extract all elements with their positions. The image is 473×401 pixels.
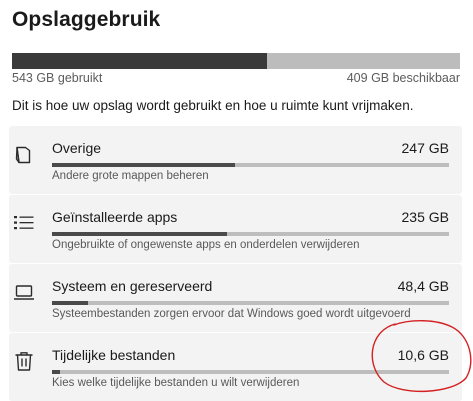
storage-description: Dit is hoe uw opslag wordt gebruikt en h… [12, 98, 414, 113]
category-size: 235 GB [401, 209, 449, 225]
apps-list-icon [12, 211, 36, 235]
used-storage-label: 543 GB gebruikt [12, 71, 103, 85]
category-other[interactable]: Overige 247 GB Andere grote mappen beher… [9, 126, 462, 194]
category-name: Geïnstalleerde apps [52, 209, 178, 225]
category-installed-apps[interactable]: Geïnstalleerde apps 235 GB Ongebruikte o… [9, 195, 462, 263]
category-usage-bar [52, 370, 449, 374]
category-size: 10,6 GB [397, 347, 449, 363]
storage-usage-fill [12, 53, 268, 69]
category-system-reserved[interactable]: Systeem en gereserveerd 48,4 GB Systeemb… [9, 264, 462, 332]
category-name: Overige [52, 140, 102, 156]
category-usage-bar [52, 232, 449, 236]
category-name: Systeem en gereserveerd [52, 278, 213, 294]
storage-usage-bar [12, 53, 460, 69]
trash-icon [12, 349, 36, 373]
laptop-icon [12, 280, 36, 304]
category-subtitle: Systeembestanden zorgen ervoor dat Windo… [52, 308, 411, 320]
category-usage-fill [52, 163, 235, 167]
category-subtitle: Kies welke tijdelijke bestanden u wilt v… [52, 377, 300, 389]
category-usage-bar [52, 163, 449, 167]
category-usage-bar [52, 301, 449, 305]
category-subtitle: Andere grote mappen beheren [52, 170, 209, 182]
category-name: Tijdelijke bestanden [52, 347, 176, 363]
category-usage-fill [52, 232, 227, 236]
category-usage-fill [52, 301, 88, 305]
category-temporary-files[interactable]: Tijdelijke bestanden 10,6 GB Kies welke … [9, 333, 462, 401]
folder-icon [12, 142, 36, 166]
page-title: Opslaggebruik [12, 8, 161, 31]
category-usage-fill [52, 370, 60, 374]
category-subtitle: Ongebruikte of ongewenste apps en onderd… [52, 239, 360, 251]
available-storage-label: 409 GB beschikbaar [346, 71, 460, 85]
category-size: 48,4 GB [397, 278, 449, 294]
category-size: 247 GB [401, 140, 449, 156]
